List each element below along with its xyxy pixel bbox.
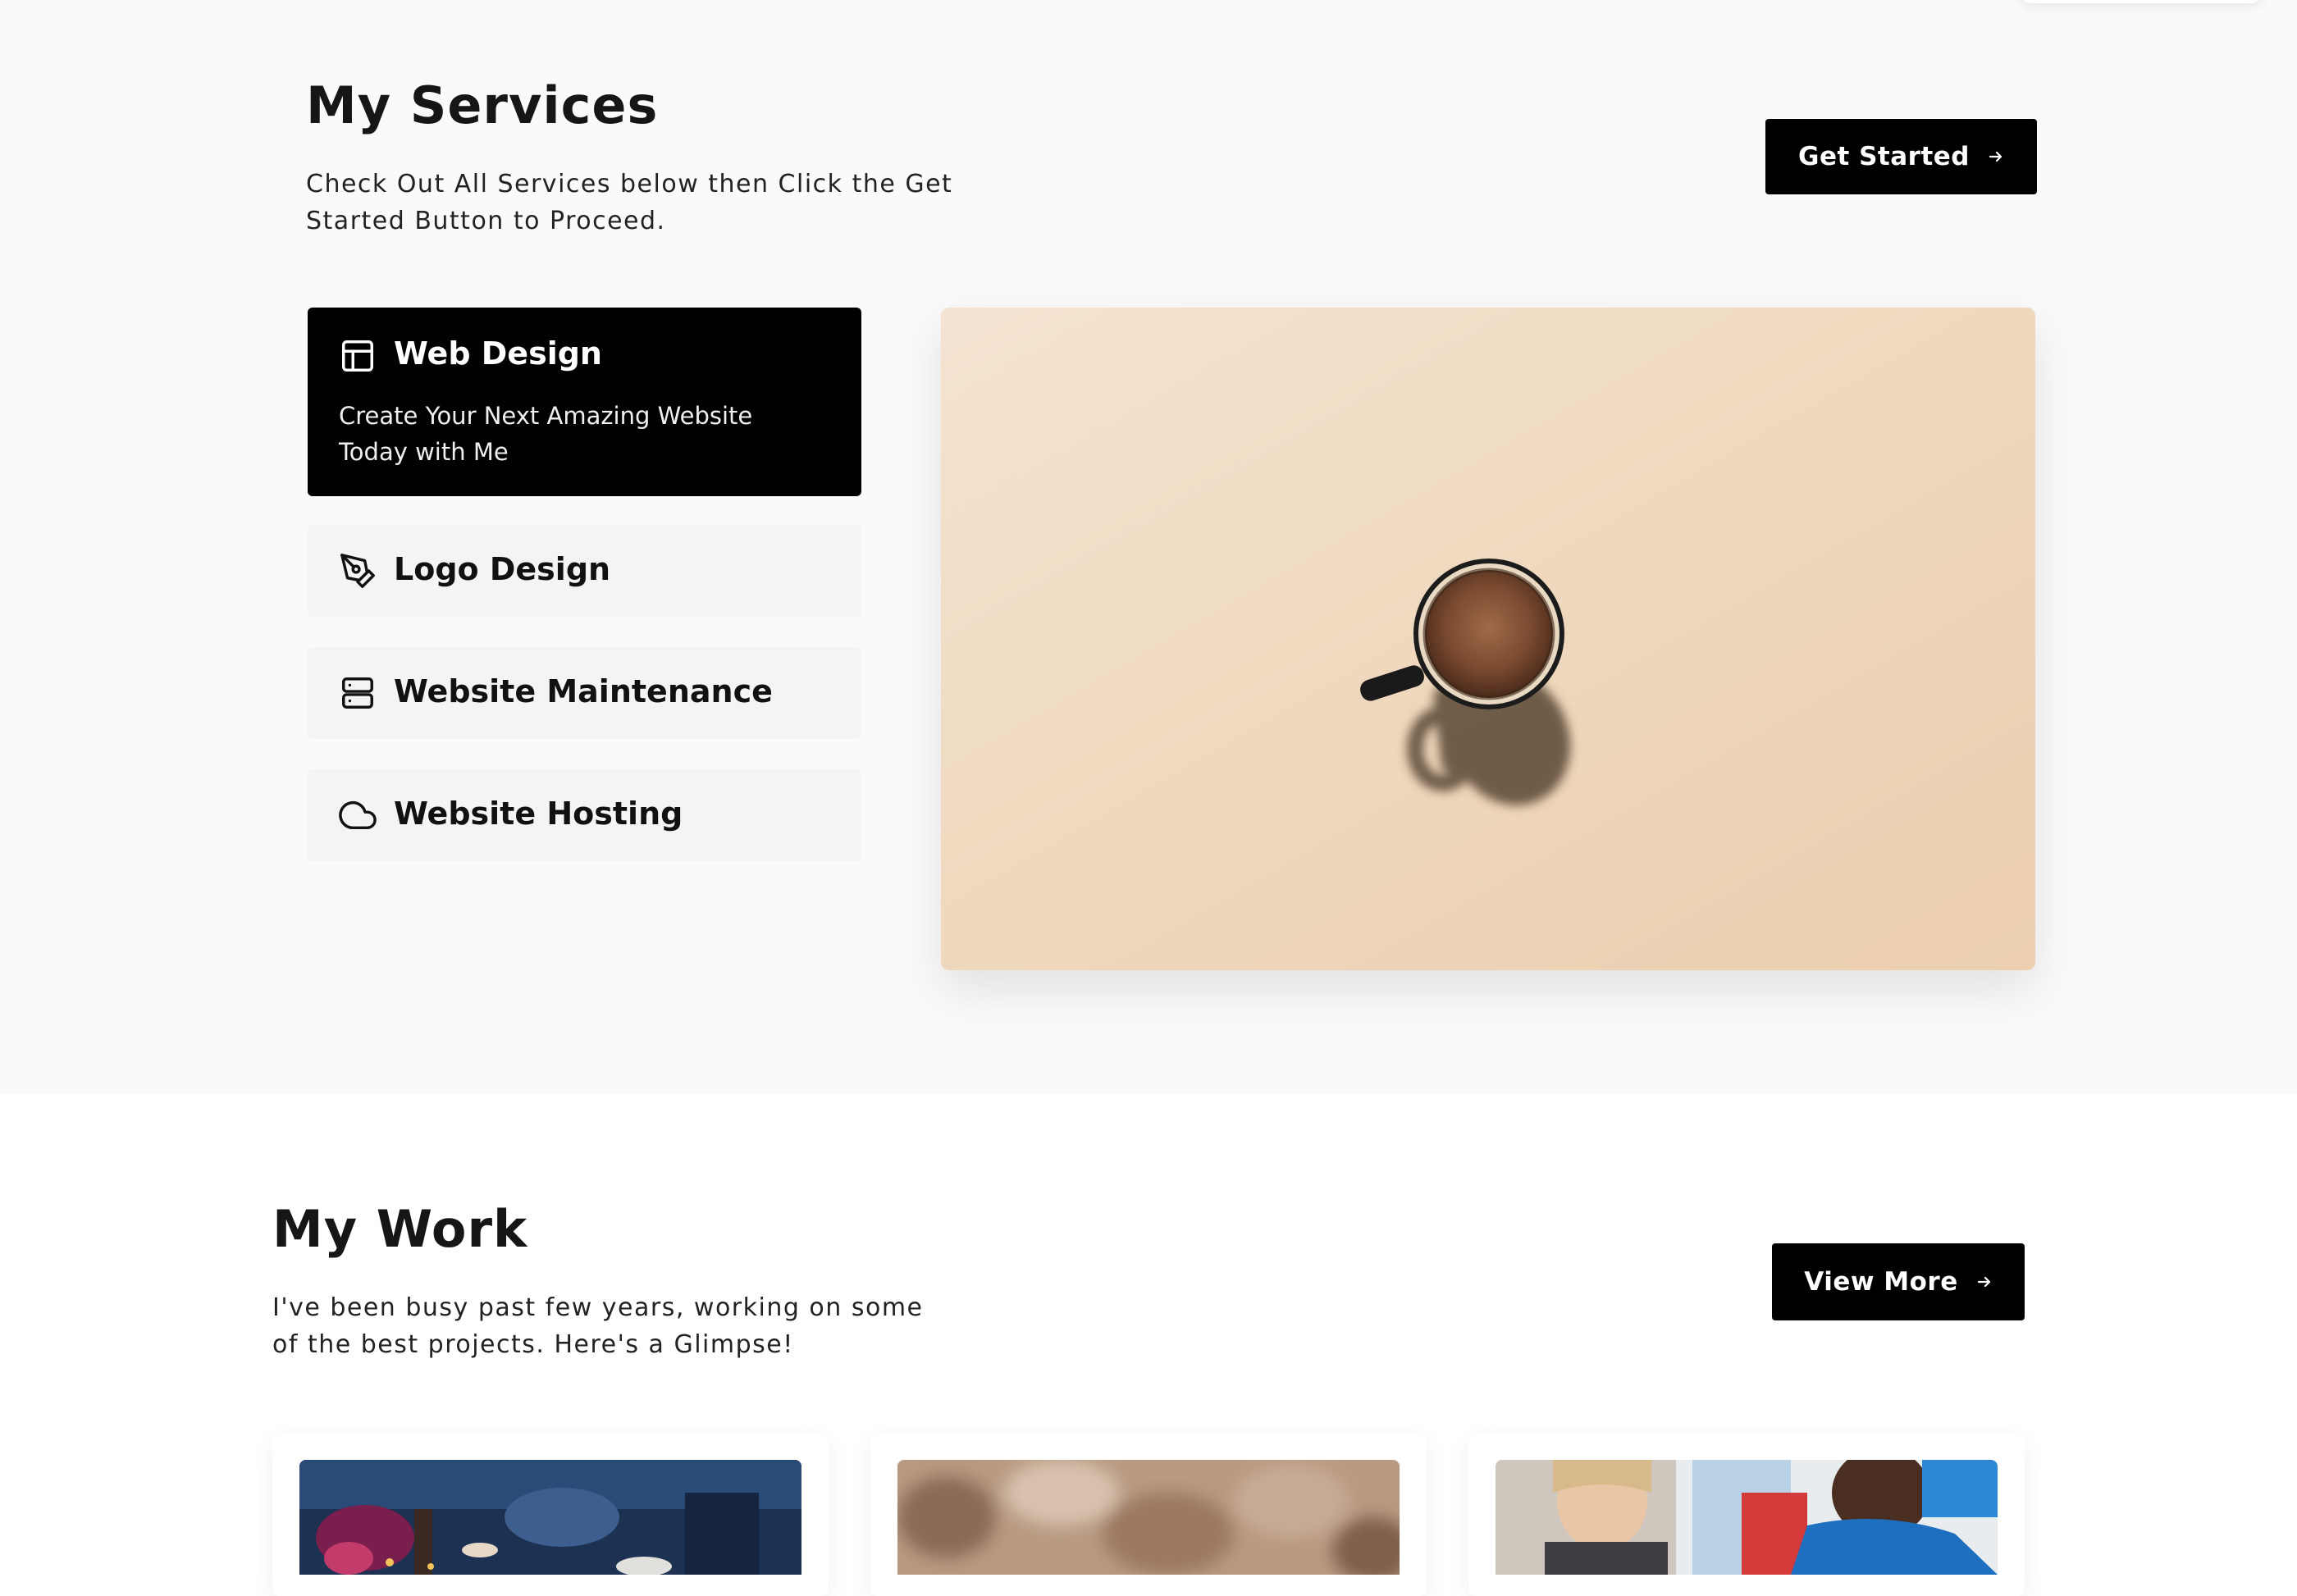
get-started-button[interactable]: Get Started	[1765, 119, 2037, 194]
work-title: My Work	[272, 1199, 528, 1259]
service-description-line1: Create Your Next Amazing Website	[339, 402, 753, 430]
service-description-line2: Today with Me	[339, 438, 509, 466]
arrow-right-icon	[1977, 1276, 1990, 1288]
project-thumbnail-crowd[interactable]	[897, 1460, 1400, 1575]
work-subtitle-line1: I've been busy past few years, working o…	[272, 1293, 924, 1322]
service-label-web-design: Web Design	[394, 335, 602, 372]
service-label-logo-design: Logo Design	[394, 551, 611, 587]
services-subtitle-line2: Started Button to Proceed.	[306, 207, 666, 235]
service-description-web-design: Create Your Next Amazing Website Today w…	[339, 398, 798, 470]
services-subtitle-line1: Check Out All Services below then Click …	[306, 170, 953, 198]
blurred-crowd-photo	[897, 1460, 1400, 1575]
get-started-label: Get Started	[1798, 142, 1970, 171]
coffee-cup-photo	[941, 308, 2035, 970]
dinner-party-photo	[299, 1460, 801, 1575]
service-item-web-design[interactable]: Web Design Create Your Next Amazing Webs…	[308, 308, 861, 496]
project-thumbnail-dinner[interactable]	[299, 1460, 801, 1575]
arrow-right-icon	[1989, 151, 2002, 162]
work-subtitle-line2: of the best projects. Here's a Glimpse!	[272, 1330, 794, 1359]
floating-nav-bar	[2018, 0, 2264, 3]
layout-icon	[339, 337, 377, 375]
service-item-logo-design[interactable]: Logo Design	[308, 525, 861, 617]
project-thumbnail-students[interactable]	[1496, 1460, 1998, 1575]
service-item-website-hosting[interactable]: Website Hosting	[308, 769, 861, 861]
pen-tool-icon	[339, 552, 377, 590]
cloud-icon	[339, 796, 377, 834]
students-classroom-photo	[1496, 1460, 1998, 1575]
view-more-button[interactable]: View More	[1772, 1243, 2025, 1320]
services-title: My Services	[306, 75, 659, 135]
services-section: My Services Check Out All Services below…	[0, 0, 2297, 1094]
service-item-website-maintenance[interactable]: Website Maintenance	[308, 647, 861, 739]
work-subtitle: I've been busy past few years, working o…	[272, 1289, 924, 1363]
service-label-website-hosting: Website Hosting	[394, 796, 683, 832]
services-subtitle: Check Out All Services below then Click …	[306, 166, 952, 239]
view-more-label: View More	[1804, 1267, 1958, 1297]
server-icon	[339, 674, 377, 712]
coffee-cup-illustration	[1360, 559, 1571, 805]
service-label-website-maintenance: Website Maintenance	[394, 673, 773, 709]
